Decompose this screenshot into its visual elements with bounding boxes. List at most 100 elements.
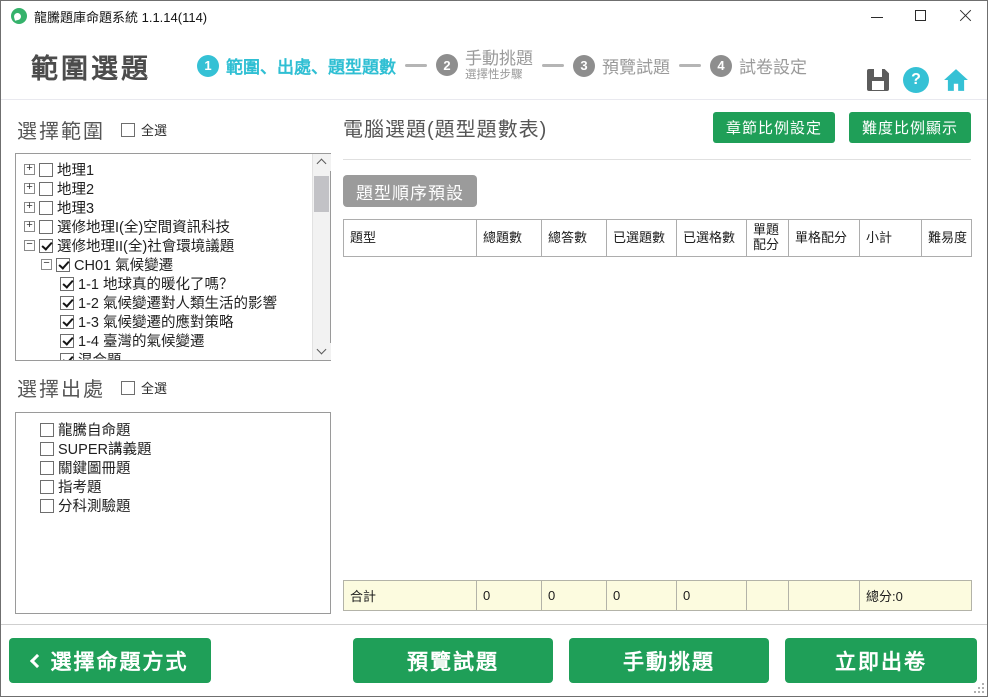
close-button[interactable]: [943, 1, 987, 31]
app-logo-icon: [11, 8, 27, 24]
minimize-icon: [871, 17, 883, 18]
tree-item-checkbox[interactable]: [39, 182, 53, 196]
expand-icon[interactable]: +: [24, 202, 35, 213]
step-1-circle: 1: [197, 55, 219, 77]
source-item[interactable]: 分科測驗題: [22, 496, 330, 515]
tree-item-checkbox[interactable]: [60, 296, 74, 310]
tree-item[interactable]: 1-1 地球真的暖化了嗎？: [22, 274, 312, 293]
tree-item-checkbox[interactable]: [39, 163, 53, 177]
tree-item-checkbox[interactable]: [60, 315, 74, 329]
back-button[interactable]: 選擇命題方式: [9, 638, 211, 683]
tree-item[interactable]: +地理2: [22, 179, 312, 198]
difficulty-ratio-button[interactable]: 難度比例顯示: [849, 112, 971, 143]
table-total-row-table: 合計0000總分:0: [343, 580, 972, 611]
tree-item-checkbox[interactable]: [60, 353, 74, 361]
maximize-button[interactable]: [899, 1, 943, 31]
source-item[interactable]: 指考題: [22, 477, 330, 496]
type-order-button[interactable]: 題型順序預設: [343, 175, 477, 207]
tree-item-label: 1-1 地球真的暖化了嗎？: [78, 273, 234, 294]
minimize-button[interactable]: [855, 1, 899, 31]
tree-item[interactable]: 混合題: [22, 350, 312, 360]
source-item-checkbox[interactable]: [40, 499, 54, 513]
total-row-value: 0: [542, 581, 607, 611]
source-item-label: 關鍵圖冊題: [58, 457, 131, 478]
tree-item-checkbox[interactable]: [60, 277, 74, 291]
home-icon[interactable]: [943, 68, 969, 92]
step-4[interactable]: 4試卷設定: [710, 53, 807, 78]
source-item-checkbox[interactable]: [40, 480, 54, 494]
source-item[interactable]: 龍騰自命題: [22, 420, 330, 439]
step-3-label: 預覽試題: [602, 53, 670, 78]
tree-item[interactable]: −選修地理II(全)社會環境議題: [22, 236, 312, 255]
source-item-label: 指考題: [58, 476, 102, 497]
source-list: 龍騰自命題SUPER講義題關鍵圖冊題指考題分科測驗題: [16, 413, 330, 613]
chapter-ratio-button[interactable]: 章節比例設定: [713, 112, 835, 143]
total-row-value: 0: [677, 581, 747, 611]
source-item-checkbox[interactable]: [40, 442, 54, 456]
range-section-title: 選擇範圍: [17, 115, 105, 144]
maximize-icon: [915, 10, 926, 21]
step-1-label: 範圍、出處、題型題數: [226, 53, 396, 78]
scrollbar-thumb[interactable]: [314, 176, 329, 212]
expand-icon[interactable]: +: [24, 221, 35, 232]
column-header: 總答數: [542, 220, 607, 257]
total-row-label: 合計: [344, 581, 477, 611]
help-icon[interactable]: [903, 67, 929, 93]
generate-exam-button[interactable]: 立即出卷: [785, 638, 977, 683]
window-title: 龍騰題庫命題系統 1.1.14(114): [34, 7, 207, 26]
tree-item-checkbox[interactable]: [60, 334, 74, 348]
manual-pick-button[interactable]: 手動挑題: [569, 638, 769, 683]
tree-item[interactable]: +地理1: [22, 160, 312, 179]
range-select-all-checkbox[interactable]: [121, 123, 135, 137]
range-select-all[interactable]: 全選: [121, 120, 167, 139]
source-list-box: 龍騰自命題SUPER講義題關鍵圖冊題指考題分科測驗題: [15, 412, 331, 614]
source-item[interactable]: SUPER講義題: [22, 439, 330, 458]
source-item-label: 龍騰自命題: [58, 419, 131, 440]
step-4-circle: 4: [710, 55, 732, 77]
expand-icon[interactable]: +: [24, 164, 35, 175]
source-select-all[interactable]: 全選: [121, 378, 167, 397]
resize-grip[interactable]: [982, 691, 984, 693]
collapse-icon[interactable]: −: [24, 240, 35, 251]
window-controls: [855, 1, 987, 31]
tree-item-label: 1-3 氣候變遷的應對策略: [78, 311, 234, 332]
main-panel-title: 電腦選題(題型題數表): [343, 113, 547, 142]
preview-questions-button[interactable]: 預覽試題: [353, 638, 553, 683]
source-section-header: 選擇出處 全選: [17, 373, 167, 402]
step-separator: [679, 64, 701, 67]
content-area: 選擇範圍 全選 +地理1+地理2+地理3+選修地理I(全)空間資訊科技−選修地理…: [1, 100, 987, 625]
step-separator: [405, 64, 427, 67]
expand-icon[interactable]: +: [24, 183, 35, 194]
page-header: 範圍選題 1 範圍、出處、題型題數 2手動挑題選擇性步驟 3預覽試題 4試卷設定: [1, 31, 987, 100]
tree-item-checkbox[interactable]: [56, 258, 70, 272]
tree-item-checkbox[interactable]: [39, 201, 53, 215]
collapse-icon[interactable]: −: [41, 259, 52, 270]
column-header: 已選格數: [677, 220, 747, 257]
step-2[interactable]: 2手動挑題選擇性步驟: [436, 49, 533, 82]
tree-item-label: 地理3: [57, 197, 94, 218]
step-1[interactable]: 1 範圍、出處、題型題數: [197, 53, 396, 78]
column-header: 總題數: [477, 220, 542, 257]
source-select-all-checkbox[interactable]: [121, 381, 135, 395]
tree-scrollbar[interactable]: [312, 154, 330, 360]
tree-item-checkbox[interactable]: [39, 220, 53, 234]
source-item-label: 分科測驗題: [58, 495, 131, 516]
tree-item-label: 混合題: [78, 349, 122, 360]
save-icon[interactable]: [867, 69, 889, 91]
source-item-checkbox[interactable]: [40, 461, 54, 475]
scroll-up-icon[interactable]: [313, 154, 331, 171]
tree-item-checkbox[interactable]: [39, 239, 53, 253]
tree-item[interactable]: 1-3 氣候變遷的應對策略: [22, 312, 312, 331]
scroll-down-icon[interactable]: [313, 343, 331, 360]
tree-item[interactable]: + 地理3: [22, 198, 312, 217]
step-3[interactable]: 3預覽試題: [573, 53, 670, 78]
tree-item[interactable]: −CH01 氣候變遷: [22, 255, 312, 274]
header-icons: [867, 67, 969, 93]
page-title: 範圍選題: [31, 47, 151, 86]
source-item[interactable]: 關鍵圖冊題: [22, 458, 330, 477]
tree-item[interactable]: 1-4 臺灣的氣候變遷: [22, 331, 312, 350]
tree-item[interactable]: 1-2 氣候變遷對人類生活的影響: [22, 293, 312, 312]
source-item-checkbox[interactable]: [40, 423, 54, 437]
tree-item-label: 1-2 氣候變遷對人類生活的影響: [78, 292, 277, 313]
tree-item[interactable]: +選修地理I(全)空間資訊科技: [22, 217, 312, 236]
